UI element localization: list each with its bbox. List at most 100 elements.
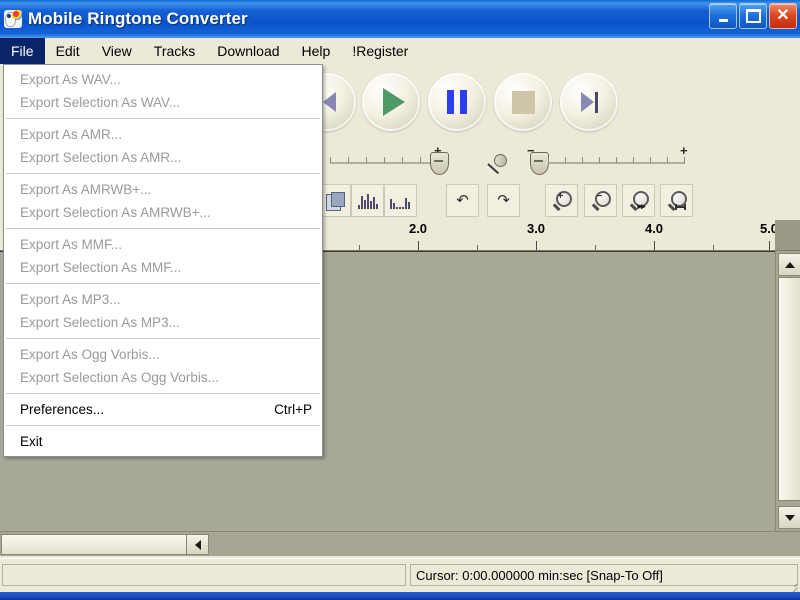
magnifier-plus-icon: + [552,190,572,211]
menu-item-export-as-ogg-vorbis[interactable]: Export As Ogg Vorbis... [4,343,322,366]
trim-waveform-icon [357,193,379,209]
play-button[interactable] [362,73,420,131]
menu-item-label: Export Selection As MMF... [20,260,182,275]
menu-item-label: Preferences... [20,402,105,417]
horizontal-scrollbar-thumb[interactable] [1,534,187,555]
skip-end-icon [580,91,598,113]
menu-item-label: Export As MP3... [20,292,121,307]
menu-item-label: Export Selection As WAV... [20,95,181,110]
menu-item-export-selection-as-mp3[interactable]: Export Selection As MP3... [4,311,322,334]
menu-item-export-selection-as-ogg-vorbis[interactable]: Export Selection As Ogg Vorbis... [4,366,322,389]
menu-separator [6,393,320,394]
microphone-icon [487,151,510,176]
zoom-to-fit-button[interactable] [660,184,693,217]
magnifier-fit-project-icon [667,190,687,211]
input-plus-label: + [680,143,688,158]
status-message-panel [2,564,406,586]
app-icon [4,10,22,28]
zoom-to-selection-button[interactable]: ▸▸ [622,184,655,217]
menu-item-export-as-mp3[interactable]: Export As MP3... [4,288,322,311]
silence-selection-button[interactable] [384,184,417,217]
menu-file[interactable]: File [0,38,45,64]
menu-item-label: Exit [20,434,43,449]
scroll-up-arrow-icon [784,261,795,268]
close-button[interactable]: ✕ [769,3,797,29]
menu-bar: File Edit View Tracks Download Help !Reg… [0,38,800,65]
input-volume-slider-thumb[interactable] [530,152,549,175]
trim-outside-selection-button[interactable] [351,184,384,217]
menu-item-exit[interactable]: Exit [4,430,322,453]
menu-download[interactable]: Download [206,38,290,64]
file-dropdown-menu: Export As WAV... Export Selection As WAV… [3,64,323,457]
menu-item-export-selection-as-mmf[interactable]: Export Selection As MMF... [4,256,322,279]
input-slider-ticks [548,157,685,167]
menu-item-preferences[interactable]: Preferences... Ctrl+P [4,398,322,421]
horizontal-scrollbar[interactable] [0,531,800,556]
menu-item-export-selection-as-amr[interactable]: Export Selection As AMR... [4,146,322,169]
menu-separator [6,118,320,119]
scroll-left-arrow-icon [194,539,201,550]
menu-view[interactable]: View [91,38,143,64]
menu-edit[interactable]: Edit [45,38,91,64]
undo-button[interactable]: ↶ [446,184,479,217]
menu-item-label: Export Selection As MP3... [20,315,180,330]
menu-item-label: Export Selection As Ogg Vorbis... [20,370,219,385]
scroll-left-button[interactable] [186,534,209,555]
cursor-position-panel: Cursor: 0:00.000000 min:sec [Snap-To Off… [410,564,798,586]
skip-to-end-button[interactable] [560,73,618,131]
maximize-icon [745,9,761,23]
menu-item-export-as-mmf[interactable]: Export As MMF... [4,233,322,256]
zoom-out-button[interactable]: − [584,184,617,217]
title-bar: Mobile Ringtone Converter ✕ [0,0,800,39]
menu-separator [6,338,320,339]
vertical-scrollbar[interactable] [775,251,800,531]
vertical-scrollbar-thumb[interactable] [778,277,800,501]
pause-button[interactable] [428,73,486,131]
menu-help[interactable]: Help [291,38,342,64]
scroll-down-button[interactable] [778,506,800,529]
output-slider-ticks [330,157,438,167]
menu-tracks[interactable]: Tracks [143,38,206,64]
window-controls: ✕ [709,3,797,29]
menu-item-label: Export Selection As AMR... [20,150,182,165]
menu-item-export-as-wav[interactable]: Export As WAV... [4,68,322,91]
menu-separator [6,425,320,426]
play-icon [383,88,405,116]
resize-grip[interactable] [784,578,798,600]
menu-separator [6,283,320,284]
pause-icon [447,90,467,114]
minimize-button[interactable] [709,3,737,29]
application-window: Mobile Ringtone Converter ✕ File Edit Vi… [0,0,800,600]
menu-register[interactable]: !Register [341,38,419,64]
redo-button[interactable]: ↷ [487,184,520,217]
zoom-in-button[interactable]: + [545,184,578,217]
menu-item-export-as-amrwbplus[interactable]: Export As AMRWB+... [4,178,322,201]
scroll-up-button[interactable] [778,253,800,276]
ruler-label: 5.0 [759,221,775,236]
menu-item-label: Export As AMR... [20,127,123,142]
stop-icon [511,90,535,114]
menu-item-label: Export As MMF... [20,237,123,252]
minimize-icon [718,18,728,22]
menu-item-shortcut: Ctrl+P [274,402,312,417]
menu-item-label: Export As AMRWB+... [20,182,152,197]
maximize-button[interactable] [739,3,767,29]
stop-button[interactable] [494,73,552,131]
menu-item-export-selection-as-amrwbplus[interactable]: Export Selection As AMRWB+... [4,201,322,224]
menu-item-label: Export As WAV... [20,72,121,87]
output-volume-slider-thumb[interactable] [430,152,449,175]
ruler-label: 3.0 [526,221,546,236]
magnifier-fit-selection-icon: ▸▸ [629,190,649,211]
menu-item-export-as-amr[interactable]: Export As AMR... [4,123,322,146]
paste-icon [325,191,345,211]
menu-item-label: Export Selection As AMRWB+... [20,205,211,220]
undo-arrow-icon: ↶ [456,192,469,209]
window-title: Mobile Ringtone Converter [28,9,248,28]
menu-separator [6,173,320,174]
taskbar-strip [0,592,800,600]
silence-waveform-icon [389,193,412,209]
ruler-corner [775,220,800,251]
ruler-label: 2.0 [408,221,428,236]
menu-item-export-selection-as-wav[interactable]: Export Selection As WAV... [4,91,322,114]
ruler-label: 4.0 [644,221,664,236]
